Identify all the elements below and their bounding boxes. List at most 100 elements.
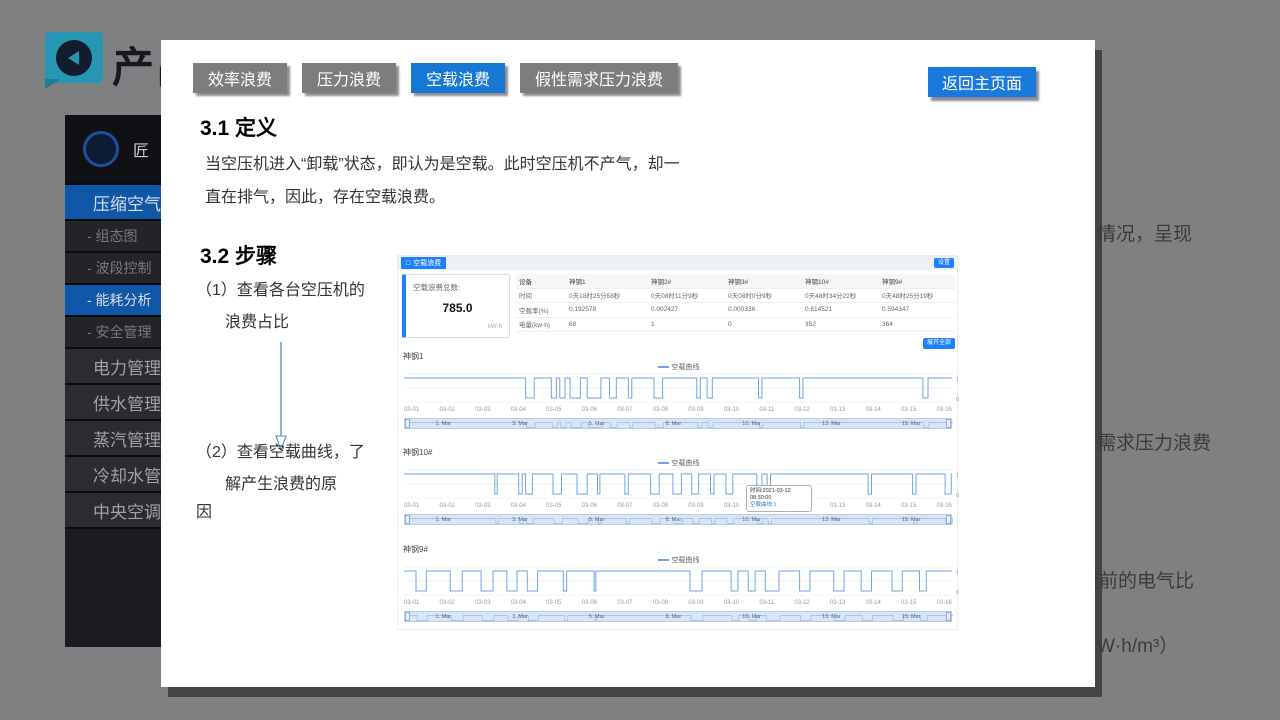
sidebar-item-5[interactable]: 电力管理 [65, 349, 161, 385]
chart-plot-area[interactable]: 10 [404, 371, 965, 405]
app-sidebar: 匠 压缩空气- 组态图- 波段控制- 能耗分析- 安全管理电力管理供水管理蒸汽管… [65, 115, 161, 647]
x-tick-label: 03-16 [937, 503, 952, 509]
dashboard-screenshot: □ 空载浪费 设置 空载浪费总数: 785.0 kW·h 设备神钢1神钢2#神钢… [397, 255, 958, 630]
tab-2[interactable]: 空载浪费 [411, 63, 505, 93]
table-cell: 0天48时34分22秒 [802, 290, 879, 300]
sidebar-item-3[interactable]: - 能耗分析 [65, 285, 161, 317]
navigator-label: 3. Mar [512, 517, 528, 523]
table-cell: 0天48时25分19秒 [879, 290, 955, 300]
navigator-label: 5. Mar [589, 517, 605, 523]
x-tick-label: 03-06 [582, 503, 597, 509]
svg-text:1: 1 [956, 377, 959, 383]
chart-block-0: 神钢1空载曲线1003-0103-0203-0303-0403-0503-060… [398, 351, 959, 434]
navigator-label: 3. Mar [512, 614, 528, 620]
table-cell: 0.000336 [725, 306, 802, 313]
background-text-fragment-0: 情况，呈现 [1097, 219, 1192, 246]
navigator-label: 1. Mar [436, 421, 452, 427]
navigator-label: 10. Mar [742, 517, 761, 523]
x-tick-label: 03-12 [794, 600, 809, 606]
tab-0[interactable]: 效率浪费 [193, 63, 287, 93]
x-tick-label: 03-04 [511, 407, 526, 413]
background-text-fragment-2: 造前的电气比 [1080, 566, 1194, 593]
x-tick-label: 03-05 [546, 503, 561, 509]
navigator-label: 8. Mar [666, 421, 682, 427]
tooltip-time: 时间:2021-03-12 08:30:00 [750, 488, 808, 502]
x-tick-label: 03-07 [617, 407, 632, 413]
x-tick-label: 03-10 [724, 407, 739, 413]
table-row: 电量(kw·h)6810352364 [516, 318, 955, 333]
chart-block-2: 神钢9#空载曲线1003-0103-0203-0303-0403-0503-06… [398, 544, 959, 627]
stat-value: 785.0 [406, 301, 509, 315]
navigator-handle-right[interactable] [946, 419, 951, 428]
tab-1[interactable]: 压力浪费 [302, 63, 396, 93]
step2-text-3: 因 [196, 498, 212, 522]
background-text-fragment-3: W·h/m³） [1097, 631, 1178, 658]
chart-plot-area[interactable]: 10 [404, 564, 965, 598]
sidebar-item-7[interactable]: 蒸汽管理 [65, 421, 161, 457]
navigator-label: 3. Mar [512, 421, 528, 427]
sidebar-item-8[interactable]: 冷却水管理 [65, 457, 161, 493]
navigator-label: 10. Mar [742, 421, 761, 427]
sidebar-item-6[interactable]: 供水管理 [65, 385, 161, 421]
definition-heading: 3.1 定义 [200, 112, 277, 142]
return-home-button[interactable]: 返回主页面 [928, 67, 1036, 97]
navigator-label: 1. Mar [436, 517, 452, 523]
chart-title: 神钢9# [403, 544, 428, 555]
chart-navigator[interactable]: 1. Mar3. Mar5. Mar8. Mar10. Mar13. Mar15… [404, 418, 952, 429]
tab-bar: 效率浪费压力浪费空载浪费假性需求压力浪费 [193, 63, 678, 93]
steps-heading: 3.2 步骤 [200, 240, 277, 270]
table-header-cell: 神钢10# [802, 276, 879, 286]
navigator-label: 13. Mar [822, 614, 841, 620]
x-tick-label: 03-02 [440, 407, 455, 413]
x-tick-label: 03-14 [865, 407, 880, 413]
chart-plot-area[interactable]: 10 [404, 467, 965, 501]
x-tick-label: 03-15 [901, 600, 916, 606]
tooltip-value: 空载曲线:1 [750, 502, 808, 509]
svg-text:0: 0 [956, 397, 959, 403]
x-tick-label: 03-05 [546, 407, 561, 413]
x-tick-label: 03-15 [901, 407, 916, 413]
sidebar-item-1[interactable]: - 组态图 [65, 221, 161, 253]
back-arrow-icon [56, 40, 92, 76]
table-cell: 0天18时25分58秒 [566, 290, 648, 300]
sidebar-item-4[interactable]: - 安全管理 [65, 317, 161, 349]
table-row: 时间0天18时25分58秒0天08时11分9秒0天08时0分9秒0天48时34分… [516, 289, 955, 304]
x-tick-label: 03-09 [688, 503, 703, 509]
x-tick-label: 03-13 [830, 407, 845, 413]
x-tick-label: 03-16 [937, 407, 952, 413]
navigator-label: 8. Mar [666, 614, 682, 620]
tab-3[interactable]: 假性需求压力浪费 [520, 63, 678, 93]
table-header-cell: 神钢1 [566, 276, 648, 286]
x-tick-label: 03-06 [582, 407, 597, 413]
dashboard-title-tag: □ 空载浪费 [401, 257, 446, 269]
chart-x-axis-labels: 03-0103-0203-0303-0403-0503-0603-0703-08… [404, 503, 952, 509]
settings-button[interactable]: 设置 [934, 258, 954, 268]
svg-text:0: 0 [956, 590, 959, 596]
table-header-cell: 神钢9# [879, 276, 955, 286]
x-tick-label: 03-07 [617, 503, 632, 509]
sidebar-item-2[interactable]: - 波段控制 [65, 253, 161, 285]
sidebar-item-0[interactable]: 压缩空气 [65, 185, 161, 221]
x-tick-label: 03-06 [582, 600, 597, 606]
table-cell: 空载率(%) [516, 305, 566, 315]
navigator-handle-left[interactable] [405, 419, 410, 428]
navigator-handle-right[interactable] [946, 612, 951, 621]
slide-back-icon[interactable] [45, 32, 103, 83]
legend-line-icon [658, 559, 669, 561]
legend-label: 空载曲线 [672, 364, 700, 371]
sidebar-item-9[interactable]: 中央空调管理 [65, 493, 161, 529]
table-header-cell: 设备 [516, 276, 566, 286]
svg-text:0: 0 [956, 493, 959, 499]
navigator-handle-right[interactable] [946, 515, 951, 524]
navigator-label: 1. Mar [436, 614, 452, 620]
expand-all-button[interactable]: 展开全部 [923, 338, 955, 349]
chart-title: 神钢10# [403, 447, 432, 458]
chart-navigator[interactable]: 1. Mar3. Mar5. Mar8. Mar10. Mar13. Mar15… [404, 611, 952, 622]
dashboard-header: □ 空载浪费 设置 [398, 256, 957, 270]
x-tick-label: 03-03 [475, 503, 490, 509]
chart-navigator[interactable]: 1. Mar3. Mar5. Mar8. Mar10. Mar13. Mar15… [404, 514, 952, 525]
panel-icon: □ [406, 260, 410, 267]
navigator-handle-left[interactable] [405, 612, 410, 621]
idle-waste-total-card: 空载浪费总数: 785.0 kW·h [402, 274, 510, 338]
navigator-handle-left[interactable] [405, 515, 410, 524]
